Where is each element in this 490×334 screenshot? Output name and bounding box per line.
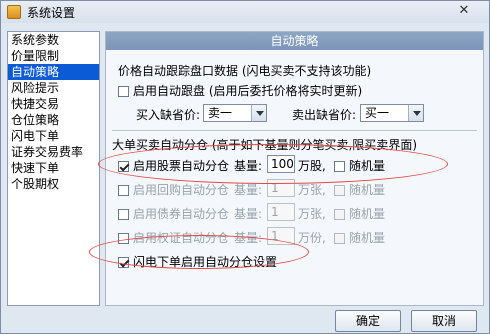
bond-split-option[interactable]: 启用债券自动分仓: [118, 205, 229, 222]
repo-random-checkbox[interactable]: [334, 185, 345, 196]
bond-base-label: 基量:: [234, 207, 263, 221]
sidebar-item-trading-fees[interactable]: 证券交易费率: [8, 144, 99, 160]
panel-header: 自动策略: [106, 32, 483, 50]
bond-base-input[interactable]: 1: [267, 203, 295, 221]
bond-random-checkbox[interactable]: [334, 209, 345, 220]
warrant-split-label: 启用权证自动分仓: [133, 231, 230, 245]
repo-split-label: 启用回购自动分仓: [133, 183, 230, 197]
repo-random-option[interactable]: 随机量: [334, 181, 385, 198]
stock-split-option[interactable]: 启用股票自动分仓: [118, 157, 229, 174]
stock-split-checkbox[interactable]: [118, 161, 129, 172]
sidebar-item-stock-options[interactable]: 个股期权: [8, 176, 99, 192]
repo-base-input[interactable]: 1: [267, 179, 295, 197]
sell-default-price-value: 买一: [365, 106, 390, 120]
stock-base-label: 基量:: [234, 159, 263, 173]
sell-default-price-label: 卖出缺省价:: [292, 108, 357, 122]
settings-category-list: 系统参数 价量限制 自动策略 风险提示 快捷交易 仓位策略 闪电下单 证券交易费…: [7, 31, 100, 306]
repo-base-label: 基量:: [234, 183, 263, 197]
title-bar: 系统设置 ✕: [1, 1, 489, 23]
warrant-random-option[interactable]: 随机量: [334, 229, 385, 246]
ok-button[interactable]: 确定: [335, 310, 401, 332]
sidebar-item-price-volume-limit[interactable]: 价量限制: [8, 48, 99, 64]
stock-base-input[interactable]: 100: [267, 155, 295, 173]
repo-split-option[interactable]: 启用回购自动分仓: [118, 181, 229, 198]
bond-random-option[interactable]: 随机量: [334, 205, 385, 222]
tracking-enable-checkbox[interactable]: [118, 86, 129, 97]
chevron-down-icon[interactable]: [408, 105, 423, 121]
bond-unit-label: 万张,: [298, 207, 326, 221]
stock-random-option[interactable]: 随机量: [334, 157, 385, 174]
app-icon: [7, 5, 21, 19]
stock-split-label: 启用股票自动分仓: [133, 159, 230, 173]
sidebar-item-risk-warning[interactable]: 风险提示: [8, 80, 99, 96]
cancel-button[interactable]: 取消: [411, 310, 477, 332]
sidebar-item-system-params[interactable]: 系统参数: [8, 32, 99, 48]
warrant-random-label: 随机量: [349, 231, 386, 245]
warrant-base-label: 基量:: [234, 231, 263, 245]
bond-random-label: 随机量: [349, 207, 386, 221]
warrant-split-checkbox[interactable]: [118, 233, 129, 244]
bond-split-label: 启用债券自动分仓: [133, 207, 230, 221]
section-divider: [112, 130, 477, 131]
sidebar-item-position-strategy[interactable]: 仓位策略: [8, 112, 99, 128]
window-title: 系统设置: [27, 6, 76, 20]
tracking-enable-label: 启用自动跟盘 (启用后委托价格将实时更新): [133, 84, 363, 98]
sidebar-item-auto-strategy[interactable]: 自动策略: [8, 64, 99, 80]
repo-split-checkbox[interactable]: [118, 185, 129, 196]
repo-unit-label: 万张,: [298, 183, 326, 197]
close-icon[interactable]: ✕: [449, 2, 479, 20]
sell-default-price-select[interactable]: 买一: [360, 104, 424, 122]
repo-random-label: 随机量: [349, 183, 386, 197]
sidebar-item-fast-order[interactable]: 快速下单: [8, 160, 99, 176]
warrant-split-option[interactable]: 启用权证自动分仓: [118, 229, 229, 246]
flash-split-checkbox[interactable]: [118, 257, 129, 268]
warrant-base-input[interactable]: 1: [267, 227, 295, 245]
buy-default-price-select[interactable]: 卖一: [203, 104, 267, 122]
sidebar-item-flash-order[interactable]: 闪电下单: [8, 128, 99, 144]
flash-split-option[interactable]: 闪电下单启用自动分仓设置: [118, 253, 277, 270]
warrant-random-checkbox[interactable]: [334, 233, 345, 244]
auto-strategy-panel: 自动策略 价格自动跟踪盘口数据 (闪电买卖不支持该功能) 启用自动跟盘 (启用后…: [105, 31, 484, 306]
sidebar-item-quick-trade[interactable]: 快捷交易: [8, 96, 99, 112]
tracking-section-title: 价格自动跟踪盘口数据 (闪电买卖不支持该功能): [118, 64, 372, 78]
stock-random-label: 随机量: [349, 159, 386, 173]
stock-unit-label: 万股,: [298, 159, 326, 173]
buy-default-price-label: 买入缺省价:: [136, 108, 201, 122]
flash-split-label: 闪电下单启用自动分仓设置: [133, 255, 278, 269]
buy-default-price-value: 卖一: [208, 106, 233, 120]
bond-split-checkbox[interactable]: [118, 209, 129, 220]
warrant-unit-label: 万份,: [298, 231, 326, 245]
tracking-enable-option[interactable]: 启用自动跟盘 (启用后委托价格将实时更新): [118, 82, 362, 99]
chevron-down-icon[interactable]: [251, 105, 266, 121]
settings-dialog: 系统设置 ✕ 系统参数 价量限制 自动策略 风险提示 快捷交易 仓位策略 闪电下…: [0, 0, 490, 334]
stock-random-checkbox[interactable]: [334, 161, 345, 172]
split-section-title: 大单买卖自动分仓 (高于如下基量则分笔买卖,限买卖界面): [112, 138, 417, 152]
